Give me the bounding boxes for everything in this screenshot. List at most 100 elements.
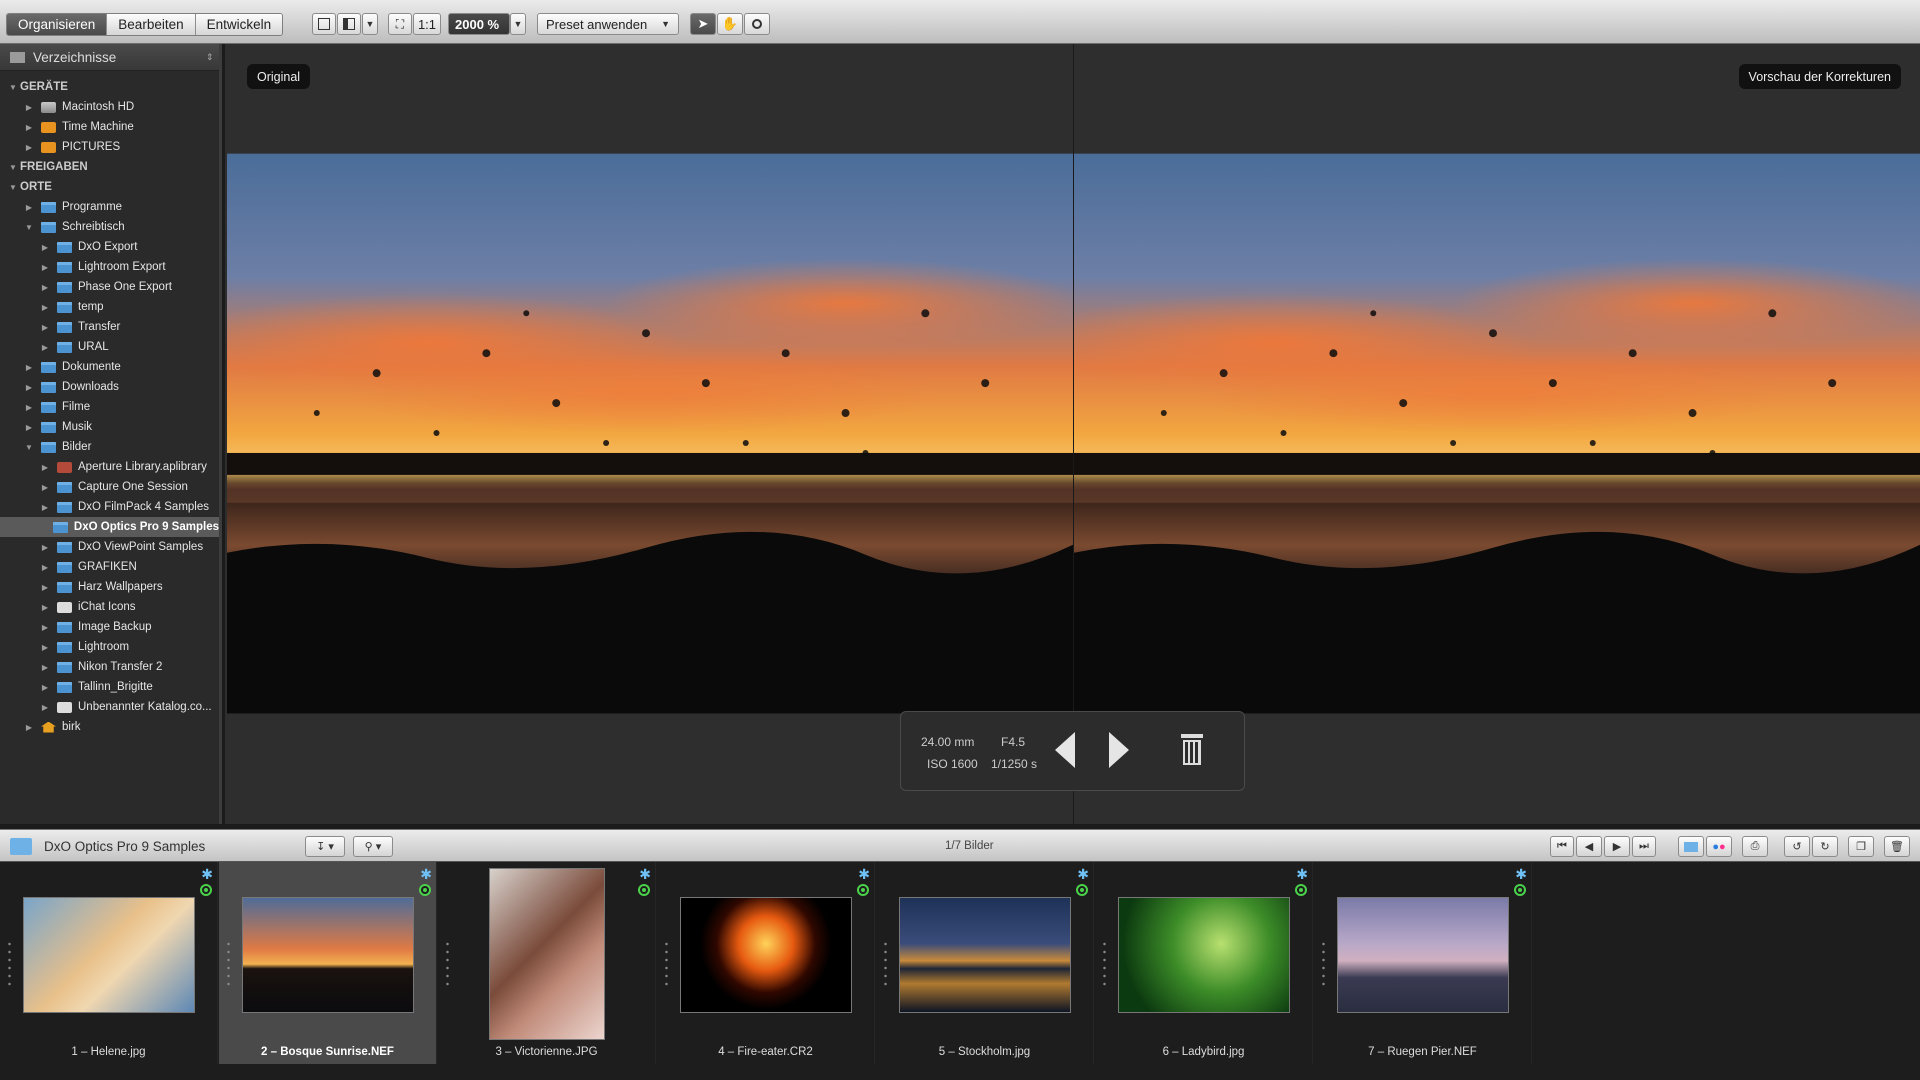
- disclosure-closed-icon[interactable]: ▶: [40, 343, 50, 352]
- disclosure-closed-icon[interactable]: ▶: [24, 363, 34, 372]
- compare-view-button[interactable]: [337, 13, 361, 35]
- sidebar-item[interactable]: DxO Optics Pro 9 Samples: [0, 517, 219, 537]
- sidebar-item[interactable]: ▶ Filme: [0, 397, 219, 417]
- disclosure-closed-icon[interactable]: ▶: [40, 703, 50, 712]
- zoom-dropdown[interactable]: ▼: [510, 13, 526, 35]
- corrected-photo[interactable]: [1074, 153, 1920, 714]
- sidebar-item[interactable]: ▼ Schreibtisch: [0, 217, 219, 237]
- sidebar-item[interactable]: ▶ Aperture Library.aplibrary: [0, 457, 219, 477]
- disclosure-closed-icon[interactable]: ▶: [24, 203, 34, 212]
- sidebar-item[interactable]: ▶ Musik: [0, 417, 219, 437]
- status-ok-icon[interactable]: [638, 884, 650, 896]
- sidebar-item[interactable]: ▼ Bilder: [0, 437, 219, 457]
- filter-dropdown[interactable]: ⚲ ▾: [353, 836, 393, 857]
- disclosure-open-icon[interactable]: ▼: [24, 223, 34, 232]
- drag-handle-icon[interactable]: [665, 940, 668, 990]
- disclosure-closed-icon[interactable]: ▶: [24, 143, 34, 152]
- disclosure-closed-icon[interactable]: ▶: [24, 383, 34, 392]
- tab-develop[interactable]: Entwickeln: [195, 14, 283, 35]
- disclosure-closed-icon[interactable]: ▶: [24, 103, 34, 112]
- filmstrip-thumbnail[interactable]: ✱ 2 – Bosque Sunrise.NEF: [219, 862, 437, 1064]
- sidebar-item[interactable]: ▶ Unbenannter Katalog.co...: [0, 697, 219, 717]
- disclosure-closed-icon[interactable]: ▶: [24, 423, 34, 432]
- drag-handle-icon[interactable]: [446, 940, 449, 990]
- print-button[interactable]: ⎙: [1742, 836, 1768, 857]
- single-view-button[interactable]: [312, 13, 336, 35]
- disclosure-closed-icon[interactable]: ▶: [40, 283, 50, 292]
- thumbnail-image[interactable]: [1337, 897, 1509, 1013]
- previous-image-button[interactable]: [1055, 732, 1075, 768]
- zoom-level-field[interactable]: 2000 %: [448, 13, 510, 35]
- disclosure-closed-icon[interactable]: ▶: [40, 503, 50, 512]
- sidebar-item[interactable]: ▶ DxO FilmPack 4 Samples: [0, 497, 219, 517]
- drag-handle-icon[interactable]: [8, 940, 11, 990]
- disclosure-closed-icon[interactable]: ▶: [40, 243, 50, 252]
- sidebar-item[interactable]: ▶ GRAFIKEN: [0, 557, 219, 577]
- disclosure-closed-icon[interactable]: ▶: [40, 303, 50, 312]
- sidebar-item[interactable]: ▶ URAL: [0, 337, 219, 357]
- last-image-button[interactable]: ⏭: [1632, 836, 1656, 857]
- sidebar-item[interactable]: ▶ Capture One Session: [0, 477, 219, 497]
- sidebar-item[interactable]: ▶ birk: [0, 717, 219, 737]
- disclosure-closed-icon[interactable]: ▶: [40, 563, 50, 572]
- tab-organize[interactable]: Organisieren: [7, 14, 108, 35]
- disclosure-closed-icon[interactable]: ▶: [40, 483, 50, 492]
- sidebar-item[interactable]: ▶ Programme: [0, 197, 219, 217]
- filmstrip-thumbnail[interactable]: ✱ 7 – Ruegen Pier.NEF: [1314, 862, 1532, 1064]
- drag-handle-icon[interactable]: [1322, 940, 1325, 990]
- export-folder-button[interactable]: [1678, 836, 1704, 857]
- sidebar-section-header[interactable]: ▼ FREIGABEN: [0, 157, 219, 177]
- sidebar-item[interactable]: ▶ temp: [0, 297, 219, 317]
- thumbnail-image[interactable]: [899, 897, 1071, 1013]
- hand-tool-button[interactable]: ✋: [717, 13, 743, 35]
- preset-dropdown[interactable]: Preset anwenden ▼: [537, 13, 679, 35]
- sidebar-header[interactable]: Verzeichnisse ⇕: [0, 44, 219, 71]
- next-image-button[interactable]: [1109, 732, 1129, 768]
- filmstrip-thumbnail[interactable]: ✱ 4 – Fire-eater.CR2: [657, 862, 875, 1064]
- sidebar-item[interactable]: ▶ Phase One Export: [0, 277, 219, 297]
- sidebar-item[interactable]: ▶ Dokumente: [0, 357, 219, 377]
- disclosure-closed-icon[interactable]: ▶: [40, 583, 50, 592]
- filmstrip-thumbnail[interactable]: ✱ 5 – Stockholm.jpg: [876, 862, 1094, 1064]
- compare-divider[interactable]: [1073, 44, 1074, 824]
- disclosure-closed-icon[interactable]: ▶: [40, 623, 50, 632]
- disclosure-closed-icon[interactable]: ▶: [40, 643, 50, 652]
- view-menu-dropdown[interactable]: ▼: [362, 13, 378, 35]
- sidebar-item[interactable]: ▶ iChat Icons: [0, 597, 219, 617]
- sidebar-item[interactable]: ▶ PICTURES: [0, 137, 219, 157]
- delete-button[interactable]: 🗑: [1884, 836, 1910, 857]
- disclosure-open-icon[interactable]: ▼: [8, 183, 18, 192]
- disclosure-closed-icon[interactable]: ▶: [40, 323, 50, 332]
- sidebar-item[interactable]: ▶ Lightroom Export: [0, 257, 219, 277]
- sidebar-item[interactable]: ▶ Time Machine: [0, 117, 219, 137]
- sidebar-item[interactable]: ▶ Nikon Transfer 2: [0, 657, 219, 677]
- sidebar-item[interactable]: ▶ Image Backup: [0, 617, 219, 637]
- drag-handle-icon[interactable]: [1103, 940, 1106, 990]
- disclosure-closed-icon[interactable]: ▶: [40, 603, 50, 612]
- disclosure-closed-icon[interactable]: ▶: [40, 683, 50, 692]
- zoom-100-button[interactable]: 1:1: [413, 13, 441, 35]
- sidebar-section-header[interactable]: ▼ GERÄTE: [0, 77, 219, 97]
- sidebar-item[interactable]: ▶ Harz Wallpapers: [0, 577, 219, 597]
- prev-image-button[interactable]: ◀: [1576, 836, 1602, 857]
- thumbnail-image[interactable]: [1118, 897, 1290, 1013]
- select-tool-button[interactable]: ➤: [690, 13, 716, 35]
- filmstrip-thumbnail[interactable]: ✱ 6 – Ladybird.jpg: [1095, 862, 1313, 1064]
- disclosure-closed-icon[interactable]: ▶: [40, 663, 50, 672]
- sidebar-item[interactable]: ▶ DxO ViewPoint Samples: [0, 537, 219, 557]
- sidebar-item[interactable]: ▶ DxO Export: [0, 237, 219, 257]
- disclosure-closed-icon[interactable]: ▶: [40, 463, 50, 472]
- sidebar-item[interactable]: ▶ Tallinn_Brigitte: [0, 677, 219, 697]
- rotate-right-button[interactable]: ↻: [1812, 836, 1838, 857]
- status-ok-icon[interactable]: [419, 884, 431, 896]
- thumbnail-image[interactable]: [680, 897, 852, 1013]
- status-ok-icon[interactable]: [1076, 884, 1088, 896]
- disclosure-closed-icon[interactable]: ▶: [24, 403, 34, 412]
- filmstrip-thumbnail[interactable]: ✱ 3 – Victorienne.JPG: [438, 862, 656, 1064]
- sidebar-section-header[interactable]: ▼ ORTE: [0, 177, 219, 197]
- sort-dropdown[interactable]: ↧ ▾: [305, 836, 345, 857]
- disclosure-closed-icon[interactable]: ▶: [24, 123, 34, 132]
- sidebar-item[interactable]: ▶ Macintosh HD: [0, 97, 219, 117]
- sidebar-item[interactable]: ▶ Downloads: [0, 377, 219, 397]
- status-ok-icon[interactable]: [857, 884, 869, 896]
